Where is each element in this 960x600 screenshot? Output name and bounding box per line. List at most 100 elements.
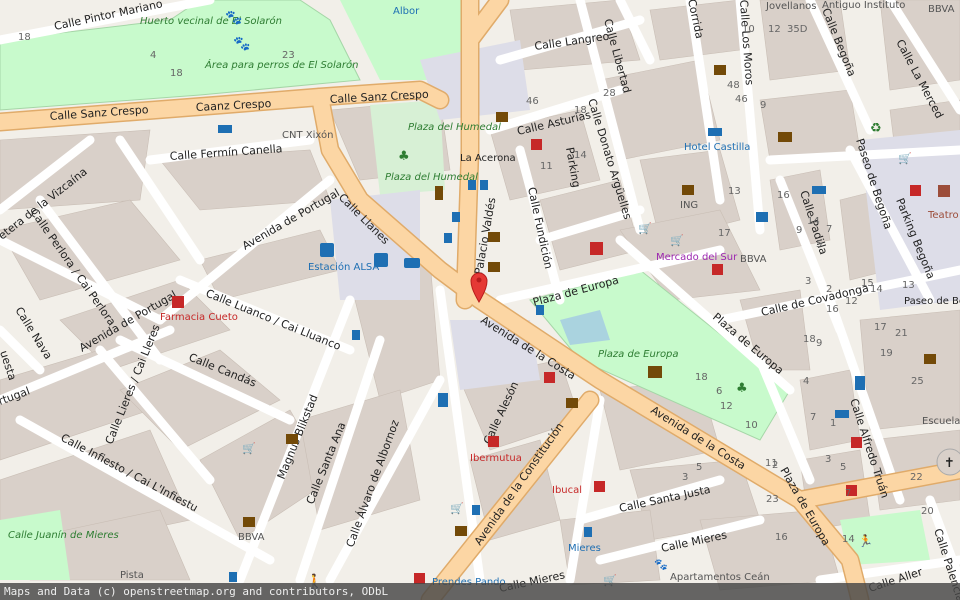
house-number: 2: [826, 284, 832, 295]
house-number: 46: [735, 94, 748, 105]
shop-icon: 🛒: [638, 222, 652, 235]
house-number: 18: [18, 32, 31, 43]
poi-label-jovellanos: Jovellanos: [765, 1, 817, 12]
bus-stop-icon: [444, 233, 452, 243]
poi-label-cnt: CNT Xixón: [282, 129, 333, 141]
shop-icon: 🛒: [670, 234, 684, 247]
house-number: 4: [803, 376, 809, 387]
fitness-icon: 🏃: [858, 534, 873, 548]
house-number: 25: [911, 376, 924, 387]
house-number: 7: [810, 412, 816, 423]
cross-icon: ✝: [944, 456, 955, 471]
poi-label-hotel-castilla: Hotel Castilla: [684, 142, 750, 153]
bus-station-icon: [320, 243, 334, 257]
playground-icon: ♣: [736, 381, 748, 396]
house-number: 23: [282, 50, 295, 61]
poi-label-la-acerona: La Acerona: [460, 153, 516, 164]
bank-icon: [243, 517, 255, 527]
restaurant-icon: [435, 186, 443, 200]
map-pin-dot: [476, 277, 482, 283]
fuel-icon: [855, 376, 865, 390]
house-number: 14: [842, 534, 855, 545]
house-number: 12: [768, 24, 781, 35]
paw-icon: 🐾: [225, 10, 242, 26]
house-number: 18: [695, 372, 708, 383]
poi-label-escuela: Escuela de Hostelería: [922, 415, 960, 427]
hotel-icon: [708, 128, 722, 136]
bus-stop-icon: [452, 212, 460, 222]
house-number: 19: [880, 348, 893, 359]
house-number: 18: [803, 334, 816, 345]
bus-stop-icon: [374, 253, 388, 267]
house-number: 18: [574, 105, 587, 116]
house-number: 14: [574, 150, 587, 161]
house-number: 11: [540, 161, 553, 172]
house-number: 9: [796, 225, 802, 236]
poi-label-paseo-begona: Paseo de Begoña: [904, 296, 960, 307]
bank-icon: [924, 354, 936, 364]
bank-icon: [286, 434, 298, 444]
pharmacy-icon: [712, 264, 723, 275]
poi-label-pista: Pista: [120, 570, 144, 581]
fuel-icon: [438, 393, 448, 407]
house-number: 16: [775, 532, 788, 543]
house-number: 7: [826, 224, 832, 235]
bus-stop-icon: [584, 527, 592, 537]
house-number: 18: [170, 68, 183, 79]
taxi-icon: [404, 258, 420, 268]
bank-icon: [455, 526, 467, 536]
poi-label-farmacia: Farmacia Cueto: [160, 312, 238, 323]
hotel-icon: [218, 125, 232, 133]
house-number: 17: [718, 228, 731, 239]
house-number: 6: [716, 386, 722, 397]
recycling-icon: ♻: [870, 121, 882, 136]
poi-label-ibucal: Ibucal: [552, 485, 582, 496]
house-number: 17: [874, 322, 887, 333]
bus-stop-icon: [352, 330, 360, 340]
bus-stop-icon: [229, 572, 237, 582]
hotel-icon: [812, 186, 826, 194]
house-number: 28: [603, 88, 616, 99]
theatre-icon: [938, 185, 950, 197]
house-number: 13: [902, 280, 915, 291]
house-number: 9: [816, 338, 822, 349]
house-number: 14: [807, 216, 820, 227]
pharmacy-icon: [172, 296, 184, 308]
post-office-icon: [778, 132, 792, 142]
paw-icon: 🐾: [233, 36, 250, 52]
house-number: 10: [742, 24, 755, 35]
poi-label-ibermutua: Ibermutua: [470, 453, 522, 464]
poi-label-albor: Albor: [393, 6, 420, 17]
bus-stop-icon: [480, 180, 488, 190]
shop-icon: 🛒: [242, 442, 256, 455]
pharmacy-icon: [910, 185, 921, 196]
poi-label-apartamentos: Apartamentos Ceán: [670, 571, 770, 583]
house-number: 7: [845, 488, 851, 499]
poi-label-antiguo-instituto: Antiguo Instituto: [822, 0, 905, 11]
hospital-icon: [590, 242, 603, 255]
house-number: 4: [150, 50, 156, 61]
house-number: 3: [805, 276, 811, 287]
pharmacy-icon: [544, 372, 555, 383]
poi-label-bbva: BBVA: [740, 254, 767, 265]
poi-label-calle-juanin: Calle Juanín de Mieres: [8, 529, 119, 541]
house-number: 1: [830, 418, 836, 429]
house-number: 12: [845, 296, 858, 307]
house-number: 48: [727, 80, 740, 91]
bank-icon: [488, 262, 500, 272]
house-number: 35D: [787, 24, 808, 35]
poi-label-estacion-alsa: Estación ALSA: [308, 261, 379, 273]
shop-icon: 🛒: [898, 152, 912, 165]
poi-label-plaza-humedal: Plaza del Humedal: [385, 172, 478, 183]
house-number: 3: [825, 454, 831, 465]
bank-icon: [682, 185, 694, 195]
house-number: 12: [720, 401, 733, 412]
house-number: 5: [840, 462, 846, 473]
house-number: 10: [745, 420, 758, 431]
map-view[interactable]: Calle Pintor Mariano Calle Sanz Crespo C…: [0, 0, 960, 600]
poi-label-plaza-humedal-inner: Plaza del Humedal: [408, 122, 501, 133]
shop-icon: 🛒: [450, 502, 464, 515]
map-canvas[interactable]: Calle Pintor Mariano Calle Sanz Crespo C…: [0, 0, 960, 600]
bus-stop-icon: [536, 305, 544, 315]
cafe-icon: [496, 112, 508, 122]
